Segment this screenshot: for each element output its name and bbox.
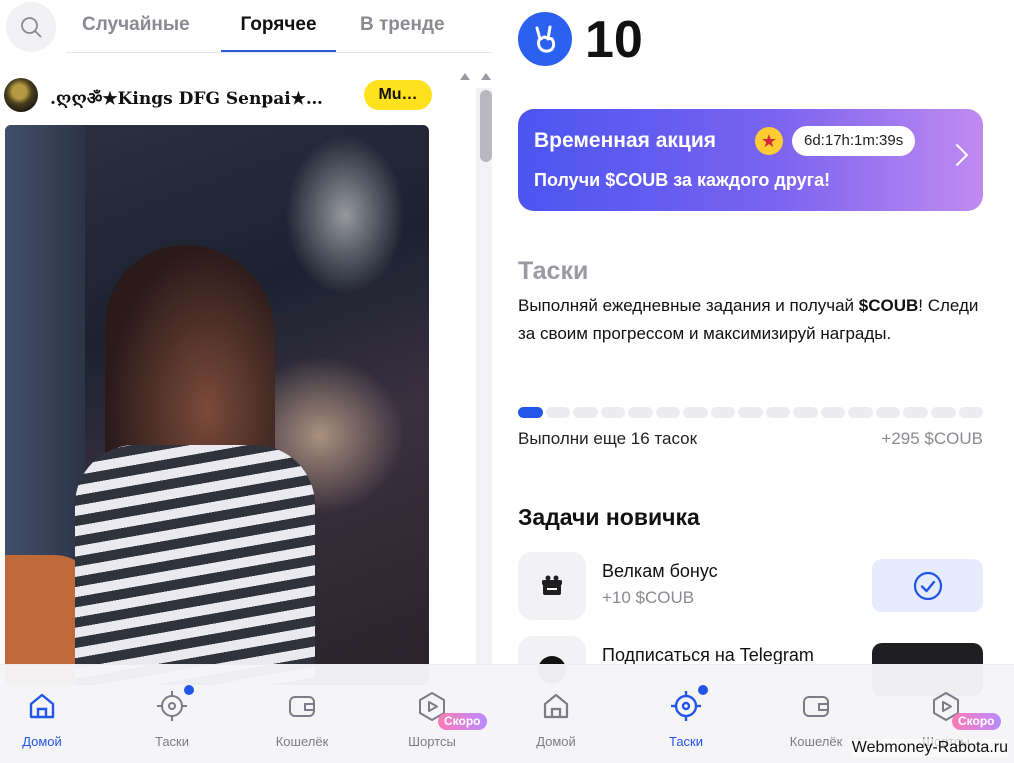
promo-title: Временная акция — [534, 129, 717, 152]
wallet-icon — [803, 696, 829, 717]
progress-segment — [683, 407, 708, 418]
progress-segment — [765, 407, 791, 418]
tasks-desc-currency: $COUB — [858, 296, 919, 315]
watermark: Webmoney-Rabota.ru — [851, 739, 1008, 757]
nav-tasks-label: Таски — [668, 734, 704, 749]
tab-hot[interactable]: Горячее — [221, 14, 336, 52]
coub-logo — [518, 12, 572, 66]
nav-shorts[interactable]: Скоро Шортсы — [382, 665, 487, 763]
progress-segment — [710, 407, 736, 418]
progress-segment — [793, 407, 818, 418]
feed-tabs: Случайные Горячее В тренде — [66, 0, 492, 53]
balance-value: 10 — [585, 11, 643, 69]
progress-segment — [958, 407, 984, 418]
progress-segment — [930, 407, 956, 418]
video-frame-light — [285, 135, 405, 295]
tab-random[interactable]: Случайные — [82, 14, 190, 52]
promo-subtitle: Получи $COUB за каждого друга! — [534, 170, 831, 190]
target-icon — [671, 691, 701, 721]
promo-timer: 6d:17h:1m:39s — [792, 126, 916, 156]
progress-segment — [848, 407, 873, 418]
nav-home[interactable]: Домой — [506, 665, 606, 763]
progress-segment — [655, 407, 681, 418]
progress-segment — [738, 407, 763, 418]
notification-dot — [184, 685, 194, 695]
nav-tasks[interactable]: Таски — [636, 665, 736, 763]
music-badge[interactable]: Mu… — [364, 80, 432, 110]
newbie-tasks-title: Задачи новичка — [518, 504, 700, 530]
tasks-remaining: Выполни еще 16 тасок — [518, 429, 698, 448]
tasks-pane: 10 Временная акция ★ 6d:17h:1m:39s Получ… — [500, 0, 1014, 763]
tasks-description: Выполняй ежедневные задания и получай $C… — [518, 292, 988, 348]
home-icon — [543, 693, 569, 719]
progress-segment — [545, 407, 571, 418]
video-player[interactable] — [5, 125, 429, 685]
promo-banner[interactable]: Временная акция ★ 6d:17h:1m:39s Получи $… — [518, 109, 983, 211]
nav-shorts-label: Шортсы — [408, 734, 456, 749]
check-circle-icon — [913, 571, 942, 600]
progress-segment — [600, 407, 626, 418]
wallet-icon — [289, 696, 315, 717]
nav-tasks[interactable]: Таски — [122, 665, 222, 763]
task-reward: +10 $COUB — [602, 588, 695, 607]
notification-dot — [698, 685, 708, 695]
task-name: Велкам бонус — [602, 561, 718, 581]
scroll-up-arrow[interactable] — [481, 73, 491, 80]
nav-wallet-label: Кошелёк — [275, 734, 329, 749]
search-icon — [21, 17, 42, 38]
progress-segment — [628, 407, 653, 418]
avatar[interactable] — [4, 78, 38, 112]
task-done-button[interactable] — [872, 559, 983, 612]
tasks-title: Таски — [518, 257, 589, 285]
progress-segment — [820, 407, 846, 418]
task-name: Подписаться на Telegram — [602, 645, 814, 665]
feed-pane: Случайные Горячее В тренде .ღღॐ★Kings DF… — [0, 0, 500, 763]
gift-icon — [542, 575, 562, 595]
tab-trending[interactable]: В тренде — [360, 14, 445, 52]
soon-badge: Скоро — [438, 713, 487, 730]
bottom-nav: Домой Таски Кошелёк — [0, 664, 500, 763]
nav-home[interactable]: Домой — [0, 665, 92, 763]
home-icon — [29, 693, 55, 719]
video-frame-person-shirt — [75, 445, 315, 685]
post-author[interactable]: .ღღॐ★Kings DFG Senpai★… — [50, 86, 323, 109]
gift-icon-tile — [518, 552, 586, 620]
soon-badge: Скоро — [952, 713, 1001, 730]
chevron-right-icon — [945, 143, 969, 167]
progress-segment — [875, 407, 901, 418]
scroll-up-arrow[interactable] — [460, 73, 470, 80]
nav-tasks-label: Таски — [154, 734, 190, 749]
task-row-welcome-bonus[interactable]: Велкам бонус +10 $COUB — [518, 552, 983, 620]
progress-segment — [518, 407, 543, 418]
progress-segment — [903, 407, 928, 418]
tasks-desc-text: Выполняй ежедневные задания и получай — [518, 296, 859, 315]
tasks-progress-bar — [518, 407, 984, 418]
progress-segment — [573, 407, 598, 418]
nav-home-label: Домой — [22, 734, 62, 749]
search-button[interactable] — [6, 2, 56, 52]
post-header: .ღღॐ★Kings DFG Senpai★… Mu… — [4, 78, 432, 114]
star-eyes-icon: ★ — [755, 127, 783, 155]
rock-hand-icon — [535, 25, 556, 53]
nav-home-label: Домой — [536, 734, 576, 749]
scrollbar-thumb[interactable] — [480, 90, 492, 162]
nav-wallet[interactable]: Кошелёк — [252, 665, 352, 763]
scrollbar-track[interactable] — [476, 88, 492, 688]
tasks-reward-total: +295 $COUB — [881, 429, 983, 448]
target-icon — [157, 691, 187, 721]
